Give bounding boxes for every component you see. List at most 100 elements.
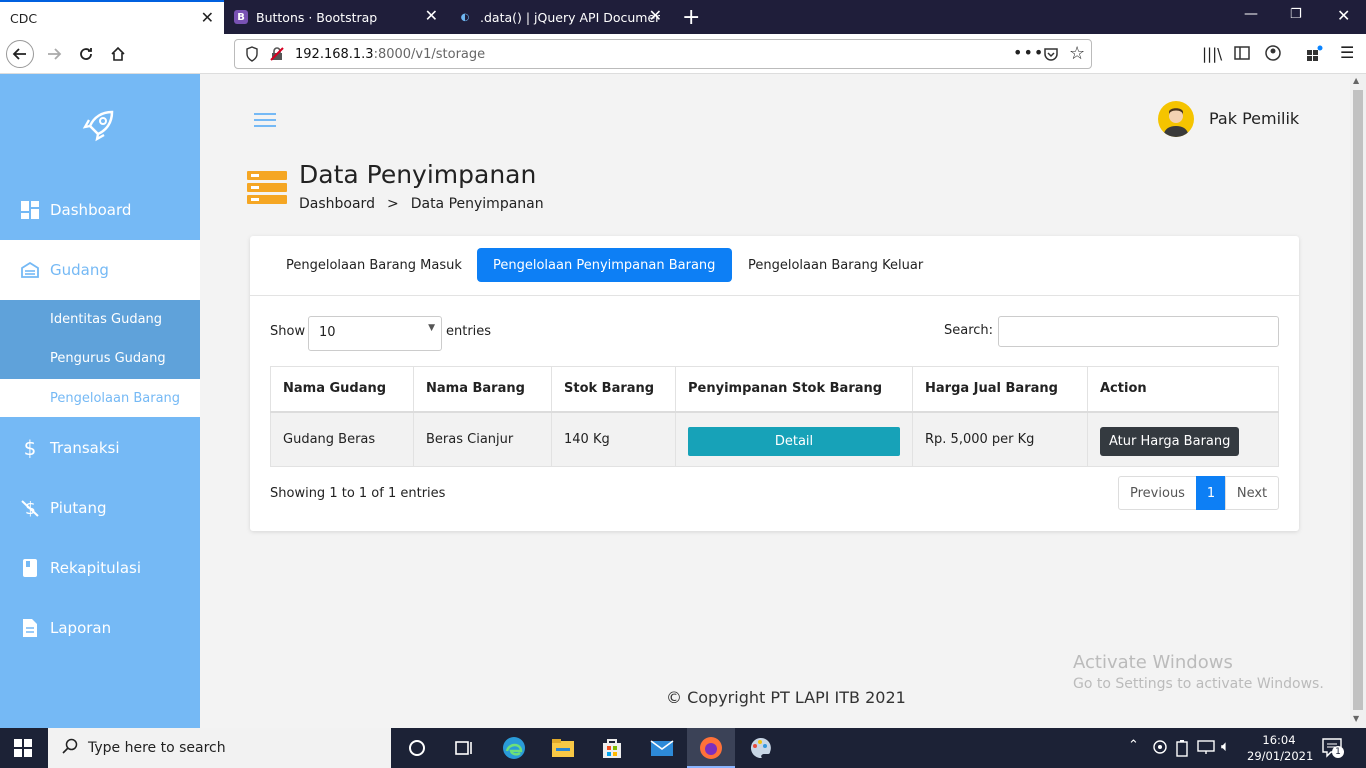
clock[interactable]: 16:04 29/01/2021 xyxy=(1247,732,1313,764)
reload-icon[interactable] xyxy=(72,40,100,68)
sidebar-item-dashboard[interactable]: Dashboard xyxy=(0,180,200,240)
sidebar-item-piutang[interactable]: $ Piutang xyxy=(0,478,200,538)
restore-icon[interactable]: ❐ xyxy=(1290,7,1302,22)
avatar[interactable] xyxy=(1158,101,1194,137)
show-label: Show xyxy=(270,324,306,339)
forward-icon[interactable] xyxy=(40,40,68,68)
column-header[interactable]: Nama Barang xyxy=(413,366,552,413)
tab-label: CDC xyxy=(10,10,38,26)
taskbar-search-box[interactable]: Type here to search xyxy=(48,728,391,768)
sidebar-item-laporan[interactable]: Laporan xyxy=(0,598,200,658)
menu-icon[interactable]: ☰ xyxy=(1340,43,1354,62)
tab-barang-masuk[interactable]: Pengelolaan Barang Masuk xyxy=(270,248,478,282)
column-header[interactable]: Stok Barang xyxy=(551,366,676,413)
battery-icon[interactable] xyxy=(1175,739,1189,761)
home-icon[interactable] xyxy=(104,40,132,68)
tab-penyimpanan-barang[interactable]: Pengelolaan Penyimpanan Barang xyxy=(477,248,732,282)
sidebar-toggle-icon[interactable] xyxy=(1234,45,1250,65)
column-header[interactable]: Harga Jual Barang xyxy=(912,366,1088,413)
user-name[interactable]: Pak Pemilik xyxy=(1209,109,1299,128)
breadcrumb-separator: > xyxy=(386,196,399,212)
tab-bootstrap[interactable]: B Buttons · Bootstrap ✕ xyxy=(224,0,448,34)
task-view-icon[interactable] xyxy=(452,736,476,760)
windows-start-icon[interactable] xyxy=(14,739,38,763)
browser-tab-bar: CDC ✕ B Buttons · Bootstrap ✕ ◐ .data() … xyxy=(0,0,1366,34)
scrollbar-thumb[interactable] xyxy=(1353,90,1363,710)
edge-icon[interactable] xyxy=(502,736,526,760)
clock-time: 16:04 xyxy=(1262,733,1296,747)
sidebar-item-label: Dashboard xyxy=(50,201,132,219)
minimize-icon[interactable]: — xyxy=(1244,6,1258,22)
hamburger-icon[interactable] xyxy=(254,112,276,131)
bookmark-star-icon[interactable]: ☆ xyxy=(1069,43,1085,64)
file-icon xyxy=(20,619,40,637)
breadcrumb: Dashboard > Data Penyimpanan xyxy=(299,196,544,212)
close-tab-icon[interactable]: ✕ xyxy=(425,8,438,24)
rocket-logo-icon[interactable] xyxy=(82,108,116,146)
column-header[interactable]: Nama Gudang xyxy=(270,366,414,413)
extensions-icon[interactable] xyxy=(1306,45,1324,67)
sidebar-subitem-pengelolaan-barang[interactable]: Pengelolaan Barang xyxy=(0,379,200,417)
subitem-label: Identitas Gudang xyxy=(50,311,163,327)
detail-button[interactable]: Detail xyxy=(688,427,900,457)
pocket-icon[interactable] xyxy=(1043,46,1059,66)
notifications-icon[interactable]: 1 xyxy=(1322,738,1344,762)
sidebar: Dashboard Gudang Identitas Gudang Pengur… xyxy=(0,74,200,728)
tab-cdc[interactable]: CDC ✕ xyxy=(0,0,224,34)
sidebar-subitem-pengurus-gudang[interactable]: Pengurus Gudang xyxy=(0,339,200,377)
back-icon[interactable] xyxy=(6,40,34,68)
search-input[interactable] xyxy=(998,316,1279,347)
firefox-taskbar-button[interactable] xyxy=(687,728,735,768)
scroll-up-icon[interactable]: ▲ xyxy=(1353,76,1359,85)
chevron-down-icon: ▼ xyxy=(428,323,435,333)
scrollbar[interactable]: ▲ ▼ xyxy=(1350,74,1366,728)
search-placeholder: Type here to search xyxy=(88,740,226,756)
pagination-next[interactable]: Next xyxy=(1225,476,1279,510)
store-icon[interactable] xyxy=(600,736,624,760)
mail-icon[interactable] xyxy=(650,736,674,760)
column-header[interactable]: Penyimpanan Stok Barang xyxy=(675,366,913,413)
breadcrumb-dashboard-link[interactable]: Dashboard xyxy=(299,196,375,212)
page-actions-icon[interactable]: ••• xyxy=(1013,43,1044,62)
file-explorer-icon[interactable] xyxy=(551,736,575,760)
sidebar-item-label: Piutang xyxy=(50,499,107,517)
sidebar-item-gudang[interactable]: Gudang xyxy=(0,240,200,300)
sidebar-item-label: Transaksi xyxy=(50,439,120,457)
volume-icon[interactable]: 🔈︎ xyxy=(1221,737,1230,755)
insecure-lock-icon[interactable] xyxy=(269,46,285,66)
warehouse-icon xyxy=(20,262,40,278)
new-tab-icon[interactable]: + xyxy=(682,5,700,30)
atur-harga-button[interactable]: Atur Harga Barang xyxy=(1100,427,1240,457)
entries-select[interactable]: 10 ▼ xyxy=(308,316,442,351)
chevron-up-icon[interactable]: ⌃ xyxy=(1128,738,1139,753)
network-icon[interactable] xyxy=(1197,739,1215,759)
tab-jquery[interactable]: ◐ .data() | jQuery API Documenta ✕ xyxy=(448,0,672,34)
page-title: Data Penyimpanan xyxy=(299,160,537,189)
pagination-previous[interactable]: Previous xyxy=(1118,476,1197,510)
cell-barang: Beras Cianjur xyxy=(413,411,552,467)
shield-icon[interactable] xyxy=(245,46,259,66)
storage-card: Pengelolaan Barang Masuk Pengelolaan Pen… xyxy=(250,236,1299,531)
cortana-icon[interactable] xyxy=(405,736,429,760)
sidebar-item-transaksi[interactable]: $ Transaksi xyxy=(0,418,200,478)
close-tab-icon[interactable]: ✕ xyxy=(201,10,214,26)
sidebar-subitem-identitas-gudang[interactable]: Identitas Gudang xyxy=(0,300,200,338)
onedrive-icon[interactable] xyxy=(1152,739,1168,759)
paint-icon[interactable] xyxy=(748,736,772,760)
book-icon xyxy=(20,559,40,577)
account-icon[interactable] xyxy=(1265,45,1281,65)
no-dollar-icon: $ xyxy=(20,498,40,518)
scroll-down-icon[interactable]: ▼ xyxy=(1353,714,1359,723)
library-icon[interactable]: |||\ xyxy=(1202,45,1222,63)
tab-barang-keluar[interactable]: Pengelolaan Barang Keluar xyxy=(732,248,939,282)
dashboard-icon xyxy=(20,201,40,219)
sidebar-item-rekapitulasi[interactable]: Rekapitulasi xyxy=(0,538,200,598)
sidebar-item-label: Rekapitulasi xyxy=(50,559,142,577)
window-close-icon[interactable]: ✕ xyxy=(1337,6,1350,25)
cell-action: Atur Harga Barang xyxy=(1087,411,1279,467)
column-header[interactable]: Action xyxy=(1087,366,1279,413)
pagination-page-1[interactable]: 1 xyxy=(1196,476,1226,510)
tab-label: Buttons · Bootstrap xyxy=(256,9,378,25)
url-bar[interactable]: 192.168.1.3:8000/v1/storage ••• ☆ xyxy=(234,39,1092,69)
close-tab-icon[interactable]: ✕ xyxy=(649,8,662,24)
